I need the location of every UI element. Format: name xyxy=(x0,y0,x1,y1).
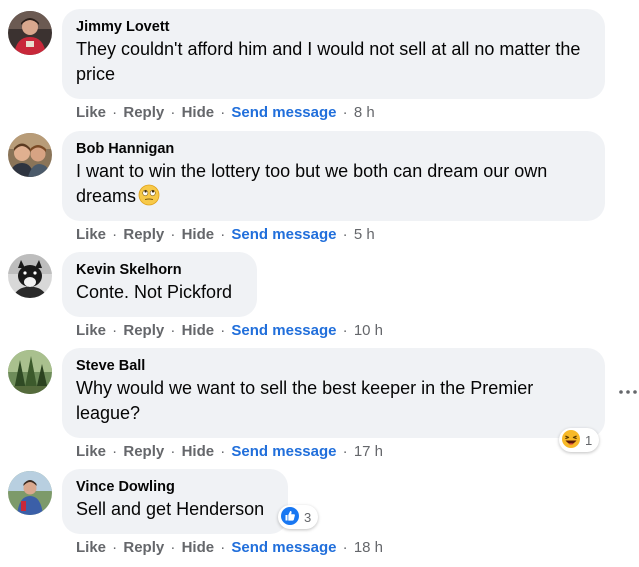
reaction-count[interactable]: 3 xyxy=(278,505,319,529)
hide-button[interactable]: Hide xyxy=(182,322,215,339)
timestamp[interactable]: 8 h xyxy=(354,104,375,121)
comment-bubble: Bob Hannigan I want to win the lottery t… xyxy=(62,131,605,221)
comment-text: They couldn't afford him and I would not… xyxy=(76,39,581,84)
send-message-link[interactable]: Send message xyxy=(231,226,336,243)
timestamp[interactable]: 17 h xyxy=(354,443,383,460)
avatar[interactable] xyxy=(8,133,52,177)
reply-button[interactable]: Reply xyxy=(123,322,164,339)
comment-text: Conte. Not Pickford xyxy=(76,282,233,302)
comment-actions: Like · Reply · Hide · Send message · 10 … xyxy=(76,322,384,339)
comment-actions: Like · Reply · Hide · Send message · 17 … xyxy=(76,443,384,460)
comment-bubble: Vince Dowling Sell and get Henderson xyxy=(62,469,288,534)
avatar[interactable] xyxy=(8,254,52,298)
comment-author[interactable]: Jimmy Lovett xyxy=(76,18,591,37)
hide-button[interactable]: Hide xyxy=(182,104,215,121)
reaction-count-number: 1 xyxy=(585,432,593,448)
send-message-link[interactable]: Send message xyxy=(231,104,336,121)
like-reaction-icon xyxy=(280,506,300,529)
hide-button[interactable]: Hide xyxy=(182,539,215,556)
comment-bubble: Steve Ball Why would we want to sell the… xyxy=(62,348,605,438)
avatar[interactable] xyxy=(8,350,52,394)
reply-button[interactable]: Reply xyxy=(123,539,164,556)
like-button[interactable]: Like xyxy=(76,104,106,121)
comments-section: Jimmy Lovett They couldn't afford him an… xyxy=(0,0,639,567)
like-button[interactable]: Like xyxy=(76,539,106,556)
avatar[interactable] xyxy=(8,11,52,55)
reply-button[interactable]: Reply xyxy=(123,104,164,121)
reaction-count-number: 3 xyxy=(304,509,312,525)
ellipsis-icon[interactable] xyxy=(618,384,638,400)
avatar[interactable] xyxy=(8,471,52,515)
like-button[interactable]: Like xyxy=(76,322,106,339)
send-message-link[interactable]: Send message xyxy=(231,443,336,460)
like-button[interactable]: Like xyxy=(76,443,106,460)
comment-text: Why would we want to sell the best keepe… xyxy=(76,378,534,423)
comment-author[interactable]: Bob Hannigan xyxy=(76,140,591,159)
comment-actions: Like · Reply · Hide · Send message · 18 … xyxy=(76,539,384,556)
timestamp[interactable]: 10 h xyxy=(354,322,383,339)
comment-author[interactable]: Vince Dowling xyxy=(76,478,274,497)
comment-actions: Like · Reply · Hide · Send message · 8 h xyxy=(76,104,375,121)
comment-text: Sell and get Henderson xyxy=(76,499,265,519)
comment-bubble: Kevin Skelhorn Conte. Not Pickford xyxy=(62,252,257,317)
send-message-link[interactable]: Send message xyxy=(231,539,336,556)
haha-reaction-icon xyxy=(561,429,581,452)
send-message-link[interactable]: Send message xyxy=(231,322,336,339)
reaction-count[interactable]: 1 xyxy=(559,428,600,452)
reply-button[interactable]: Reply xyxy=(123,443,164,460)
comment-text: I want to win the lottery too but we bot… xyxy=(76,159,591,213)
timestamp[interactable]: 18 h xyxy=(354,539,383,556)
comment-bubble: Jimmy Lovett They couldn't afford him an… xyxy=(62,9,605,99)
like-button[interactable]: Like xyxy=(76,226,106,243)
comment-author[interactable]: Kevin Skelhorn xyxy=(76,261,243,280)
face-with-rolling-eyes-icon xyxy=(138,184,160,213)
comment-actions: Like · Reply · Hide · Send message · 5 h xyxy=(76,226,375,243)
hide-button[interactable]: Hide xyxy=(182,443,215,460)
timestamp[interactable]: 5 h xyxy=(354,226,375,243)
reply-button[interactable]: Reply xyxy=(123,226,164,243)
comment-author[interactable]: Steve Ball xyxy=(76,357,591,376)
hide-button[interactable]: Hide xyxy=(182,226,215,243)
